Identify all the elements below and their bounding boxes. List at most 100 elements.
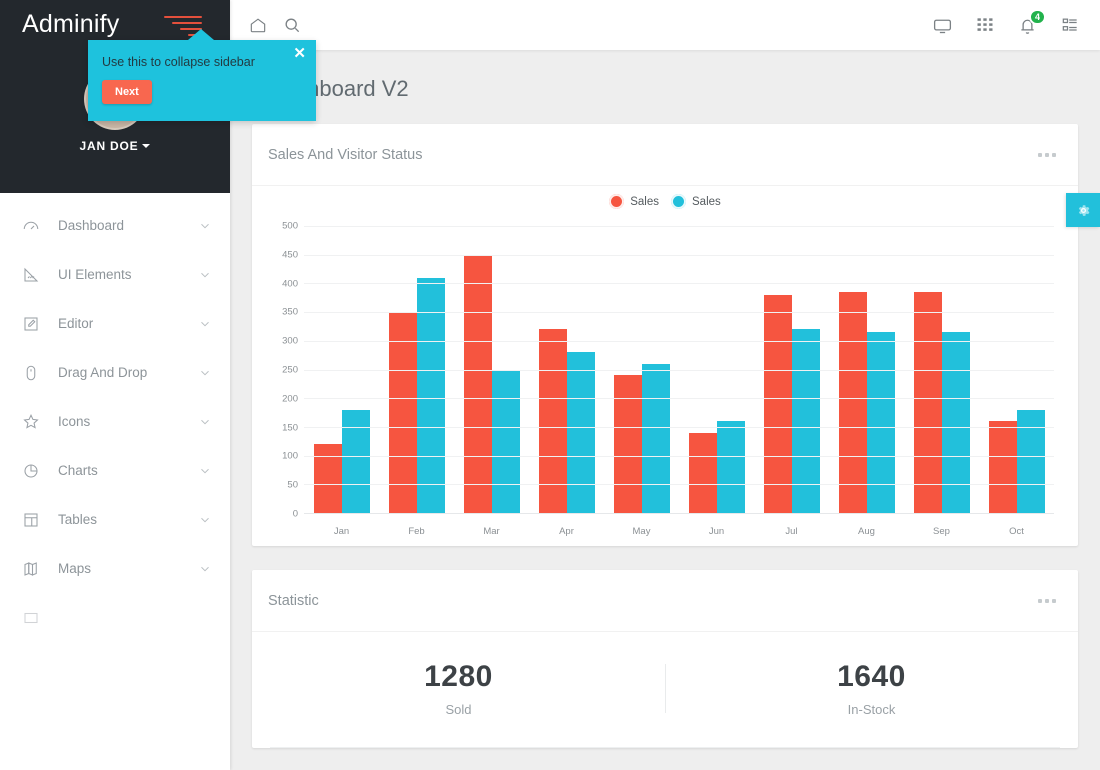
list-icon[interactable] <box>1060 15 1080 35</box>
sidebar-menu: Dashboard UI Elements Editor Drag And Dr… <box>0 193 230 642</box>
y-axis-tick: 300 <box>282 335 298 347</box>
chevron-down-icon <box>198 513 212 527</box>
y-axis-tick: 0 <box>292 508 298 520</box>
y-axis-tick: 200 <box>282 393 298 405</box>
card-header: Statistic <box>252 570 1078 632</box>
settings-panel-toggle[interactable] <box>1066 193 1100 227</box>
chart-bar[interactable] <box>791 329 820 513</box>
tour-text: Use this to collapse sidebar <box>102 55 255 69</box>
chart-bar[interactable] <box>341 409 370 513</box>
chart-bar[interactable] <box>941 332 970 513</box>
chart-grid <box>304 226 1054 514</box>
chart-legend: Sales Sales <box>252 194 1078 209</box>
speedometer-icon <box>22 217 48 235</box>
sidebar-item-forms[interactable] <box>0 593 230 642</box>
more-options-icon[interactable] <box>1038 152 1056 157</box>
sidebar-item-label: Drag And Drop <box>58 365 148 380</box>
sidebar-item-icons[interactable]: Icons <box>0 397 230 446</box>
x-axis-tick: Apr <box>559 526 574 537</box>
mouse-icon <box>22 364 48 382</box>
x-axis-tick: Oct <box>1009 526 1024 537</box>
tour-popover: ✕ Use this to collapse sidebar Next <box>88 29 316 121</box>
chart-bar[interactable] <box>1016 409 1045 513</box>
sidebar-item-label: Charts <box>58 463 98 478</box>
sidebar-item-dashboard[interactable]: Dashboard <box>0 201 230 250</box>
chart-bar[interactable] <box>388 312 417 513</box>
monitor-icon[interactable] <box>932 15 953 36</box>
legend-label: Sales <box>692 195 721 208</box>
sidebar-item-label: Editor <box>58 316 94 331</box>
brand-logo[interactable]: Adminify <box>22 10 119 39</box>
gear-icon <box>1076 203 1091 218</box>
x-axis-tick: May <box>632 526 651 537</box>
top-navbar: 4 <box>230 0 1100 50</box>
grid-icon[interactable] <box>975 15 995 35</box>
chevron-down-icon <box>198 219 212 233</box>
grid-line <box>304 340 1054 342</box>
chart-bar[interactable] <box>716 421 745 513</box>
grid-line <box>304 484 1054 486</box>
sidebar-item-label: UI Elements <box>58 267 132 282</box>
sidebar-item-label: Tables <box>58 512 98 527</box>
chart-bar[interactable] <box>763 294 792 513</box>
sidebar-item-label: Icons <box>58 414 91 429</box>
star-icon <box>22 413 48 431</box>
metric-sold: 1280 Sold <box>252 660 665 717</box>
card-title: Statistic <box>268 592 319 609</box>
chart-bar[interactable] <box>313 444 342 513</box>
legend-item[interactable]: Sales <box>671 194 721 209</box>
chevron-down-icon <box>198 464 212 478</box>
forms-icon <box>22 609 48 627</box>
chart-bar[interactable] <box>491 369 520 513</box>
chart-x-axis: Jan Feb Mar Apr May Jun Jul Aug Sep Oct <box>304 514 1054 546</box>
statistic-metrics: 1280 Sold 1640 In-Stock <box>252 632 1078 747</box>
x-axis-tick: Feb <box>408 526 425 537</box>
sidebar-item-label: Maps <box>58 561 92 576</box>
chart-bar[interactable] <box>613 375 642 513</box>
chart-plot-area: 0 50 100 150 200 250 300 350 400 450 500 Jan Feb Mar… <box>270 221 1054 546</box>
chart-bar[interactable] <box>866 332 895 513</box>
more-options-icon[interactable] <box>1038 598 1056 603</box>
close-icon[interactable]: ✕ <box>293 46 306 61</box>
chart-bar[interactable] <box>641 363 670 513</box>
home-icon[interactable] <box>248 15 268 35</box>
sidebar-item-label: Dashboard <box>58 218 125 233</box>
grid-line <box>304 226 1054 227</box>
table-icon <box>22 511 48 529</box>
bell-icon[interactable]: 4 <box>1017 8 1046 36</box>
statistic-card: Statistic 1280 Sold 1640 In-Stock <box>252 570 1078 748</box>
metric-value: 1640 <box>837 660 906 693</box>
sidebar-item-editor[interactable]: Editor <box>0 299 230 348</box>
sidebar-item-tables[interactable]: Tables <box>0 495 230 544</box>
metric-label: Sold <box>445 702 472 717</box>
chart-bar[interactable] <box>566 352 595 513</box>
y-axis-tick: 150 <box>282 422 298 434</box>
chart-bar[interactable] <box>538 329 567 513</box>
user-menu[interactable]: JAN DOE <box>0 139 230 153</box>
legend-label: Sales <box>630 195 659 208</box>
pie-chart-icon <box>22 462 48 480</box>
chevron-down-icon <box>198 268 212 282</box>
chevron-down-icon <box>198 562 212 576</box>
sidebar-item-drag-and-drop[interactable]: Drag And Drop <box>0 348 230 397</box>
notification-badge: 4 <box>1028 8 1046 25</box>
edit-square-icon <box>22 315 48 333</box>
x-axis-tick: Jul <box>785 526 798 537</box>
sidebar-item-maps[interactable]: Maps <box>0 544 230 593</box>
sidebar-item-charts[interactable]: Charts <box>0 446 230 495</box>
chart-bar[interactable] <box>988 421 1017 513</box>
x-axis-tick: Jan <box>333 526 350 537</box>
divider <box>270 747 1060 748</box>
legend-item[interactable]: Sales <box>609 194 659 209</box>
chart-y-axis: 0 50 100 150 200 250 300 350 400 450 500 <box>270 221 304 520</box>
chart-bar[interactable] <box>913 292 942 513</box>
chart-bar[interactable] <box>463 254 492 513</box>
search-icon[interactable] <box>282 15 302 35</box>
tour-next-button[interactable]: Next <box>102 80 152 105</box>
sidebar-item-ui-elements[interactable]: UI Elements <box>0 250 230 299</box>
ruler-icon <box>22 266 48 284</box>
y-axis-tick: 50 <box>287 479 298 491</box>
x-axis-tick: Aug <box>858 526 875 537</box>
chart-bar[interactable] <box>838 292 867 513</box>
chart-bar[interactable] <box>688 432 717 513</box>
